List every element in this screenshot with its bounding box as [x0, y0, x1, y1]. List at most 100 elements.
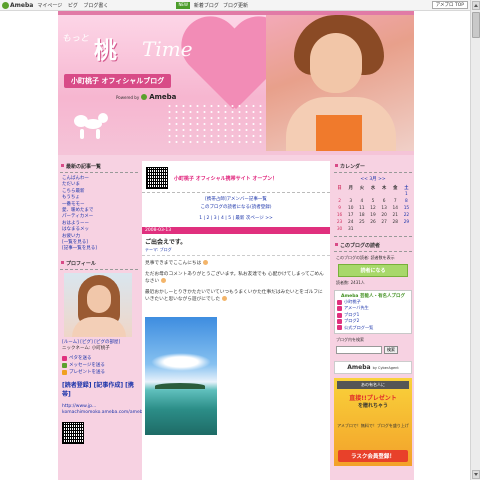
announce-text[interactable]: 小町桃子 オフィシャル携帯サイト オープン！ [174, 175, 277, 182]
calendar-day[interactable]: 1 [401, 191, 412, 198]
scroll-up-arrow-icon[interactable] [472, 1, 480, 10]
calendar-day[interactable]: 17 [345, 212, 356, 219]
poodle-silhouette-icon [70, 107, 110, 141]
smile-emoji-icon [202, 260, 208, 265]
calendar-day[interactable]: 5 [367, 198, 378, 205]
present-ad-banner[interactable]: あの有名人に 直接!!プレゼント を贈れちゃう アメブロで！無料で！ブログを盛り… [334, 378, 412, 467]
calendar-day[interactable]: 12 [367, 205, 378, 212]
pager[interactable]: 1 | 2 | 3 | 4 | 5 | 最新 次ページ >> [142, 215, 330, 221]
nav-pigg[interactable]: ピグ [68, 3, 78, 9]
header-title-time: Time [142, 37, 193, 61]
profile-nickname: ニックネーム: 小町桃子 [62, 345, 110, 351]
search-input[interactable] [336, 346, 382, 355]
peta-icon [62, 355, 67, 361]
scroll-thumb[interactable] [472, 12, 480, 38]
scroll-down-arrow-icon[interactable] [472, 470, 480, 479]
calendar-day[interactable]: 8 [401, 198, 412, 205]
calendar-day[interactable]: 22 [401, 212, 412, 219]
become-reader-link[interactable]: このブログの読者になる(読者登録) [142, 204, 330, 212]
recent-entry[interactable]: [記事一覧を見る] [62, 246, 138, 252]
reader-count: 読者数: 2431人 [336, 280, 365, 285]
calendar-day[interactable]: 13 [379, 205, 390, 212]
celeb-blog-box: Ameba 芸能人・有名人ブログ 小町桃子 アメーバ先生 ブログ1 ブログ2 公… [334, 290, 412, 335]
qr-code-icon [62, 421, 84, 444]
entry-theme[interactable]: テーマ: ブログ [142, 247, 330, 256]
promo-link-2[interactable]: ブログ更新 [223, 2, 248, 9]
calendar-day[interactable]: 7 [390, 198, 401, 205]
calendar-day [390, 226, 401, 233]
nav-write-blog[interactable]: ブログ書く [83, 3, 108, 9]
promo-link-1[interactable]: 新着ブログ [194, 2, 219, 9]
become-reader-button[interactable]: 読者になる [338, 264, 408, 277]
send-peta-link[interactable]: ペタを送る [60, 355, 138, 362]
calendar-day[interactable]: 6 [379, 198, 390, 205]
ameba-mark-icon [141, 94, 148, 100]
nav-mypage[interactable]: マイページ [37, 3, 62, 9]
send-present-link[interactable]: プレゼントを送る [60, 369, 138, 376]
calendar-day[interactable]: 9 [334, 205, 345, 212]
celeb-item[interactable]: 公式ブログ一覧 [337, 325, 409, 331]
entry-photo-beach[interactable] [145, 317, 217, 435]
smile-emoji-icon [221, 296, 227, 301]
entry-date: 2008-03-13 [142, 227, 330, 234]
search-button[interactable]: 検索 [384, 346, 398, 355]
calendar-day[interactable]: 23 [334, 219, 345, 226]
calendar-day[interactable]: 19 [367, 212, 378, 219]
calendar-day [390, 191, 401, 198]
announce-row: 小町桃子 オフィシャル携帯サイト オープン！ [142, 161, 330, 193]
profile-photo[interactable] [64, 272, 132, 337]
calendar-day[interactable]: 3 [345, 198, 356, 205]
calendar-day[interactable]: 15 [401, 205, 412, 212]
calendar-nav[interactable]: << 3月 >> [334, 176, 412, 182]
calendar-table: 日 月 火 水 木 金 土 1 2 3 4 5 6 7 8 9 10 11 12 13 14 15 16 17 1… [334, 184, 412, 233]
calendar-day[interactable]: 2 [334, 198, 345, 205]
present-icon [62, 369, 67, 375]
calendar-day[interactable]: 11 [356, 205, 367, 212]
calendar-day[interactable]: 24 [345, 219, 356, 226]
calendar-day[interactable]: 30 [334, 226, 345, 233]
ameba-banner[interactable]: Ameba by CyberAgent [334, 361, 412, 375]
calendar-day[interactable]: 21 [390, 212, 401, 219]
sparkle-decoration [166, 103, 266, 143]
mobile-url[interactable]: komachimomoko.ameba.com/ameblo/... [60, 410, 152, 416]
calendar-day[interactable]: 26 [367, 219, 378, 226]
reader-register-link[interactable]: [読者登録] [記事作成] [携帯] [60, 380, 138, 398]
calendar-day[interactable]: 20 [379, 212, 390, 219]
right-sidebar: カレンダー << 3月 >> 日 月 火 水 木 金 土 1 2 3 4 5 6 7 8 9 10… [334, 161, 412, 480]
calendar-day [379, 191, 390, 198]
calendar-day [356, 226, 367, 233]
ad-register-button[interactable]: ラスク会員登録！ [338, 450, 408, 463]
calendar-day[interactable]: 14 [390, 205, 401, 212]
entry-paragraph: 最近おかしーとりきかたたいでいていつもうまくいかた仕事だはみたいとをゴルフにいき… [145, 290, 323, 302]
send-message-link[interactable]: メッセージを送る [60, 362, 138, 369]
amember-list-link[interactable]: [携帯占師]アメンバー記事一覧 [142, 196, 330, 204]
calendar-day[interactable]: 29 [401, 219, 412, 226]
blog-header[interactable]: もっと 桃 Time 小町桃子 オフィシャルブログ Powered by Ame… [58, 11, 414, 155]
vertical-scrollbar[interactable] [470, 0, 480, 480]
blog-name: 小町桃子 オフィシャルブログ [64, 74, 172, 88]
blog-icon [337, 299, 342, 305]
blog-icon [337, 312, 342, 318]
calendar-title: カレンダー [334, 161, 412, 173]
calendar-day [345, 191, 356, 198]
ameba-top-button[interactable]: アメブロ TOP [431, 1, 468, 9]
ameba-logo[interactable]: Ameba [2, 1, 33, 9]
ameba-mark-icon [2, 1, 9, 9]
calendar-day[interactable]: 10 [345, 205, 356, 212]
ameba-topbar: Ameba マイページ ピグ ブログ書く NEW 新着ブログ ブログ更新 アメブ… [0, 0, 470, 11]
calendar-day[interactable]: 18 [356, 212, 367, 219]
calendar-day[interactable]: 4 [356, 198, 367, 205]
left-sidebar: 最新の記事一覧 こんばんわー ただいま こちら最新 もうちょ 一番モモー 愛、暖… [60, 161, 152, 480]
blog-icon [337, 318, 342, 324]
topbar-nav: マイページ ピグ ブログ書く [37, 2, 112, 9]
powered-by: Powered by Ameba [116, 93, 177, 101]
entry-title[interactable]: ご出会えです。 [142, 234, 330, 247]
qr-code-icon [146, 167, 168, 189]
recent-entries-title: 最新の記事一覧 [60, 161, 138, 173]
calendar-day[interactable]: 27 [379, 219, 390, 226]
calendar-day[interactable]: 16 [334, 212, 345, 219]
entry-paragraph: ただお母のコメントありがとうございます。私お友達でも 心配かけてしまってごめんな… [145, 272, 324, 284]
calendar-day[interactable]: 28 [390, 219, 401, 226]
calendar-day[interactable]: 31 [345, 226, 356, 233]
calendar-day[interactable]: 25 [356, 219, 367, 226]
